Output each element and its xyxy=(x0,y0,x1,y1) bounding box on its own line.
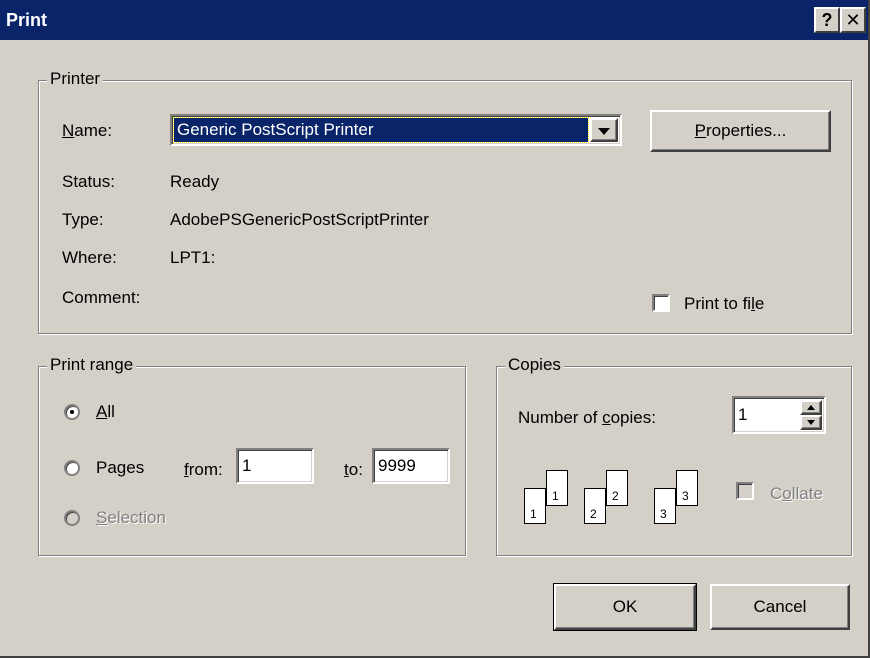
title-bar[interactable]: Print ? ✕ xyxy=(0,0,868,40)
page-icon: 1 xyxy=(524,488,546,524)
cancel-button-label: Cancel xyxy=(753,597,807,616)
from-field-value: 1 xyxy=(242,456,252,475)
ok-button-label: OK xyxy=(612,597,638,616)
number-of-copies-label: Number of copies: xyxy=(518,408,656,427)
from-field[interactable]: 1 xyxy=(236,448,314,484)
where-value: LPT1: xyxy=(170,248,216,267)
radio-selection-label[interactable]: Selection xyxy=(96,508,166,528)
printer-name-value: Generic PostScript Printer xyxy=(177,120,374,139)
radio-pages-label[interactable]: Pages xyxy=(96,458,144,478)
printer-name-dropdown-button[interactable] xyxy=(590,118,618,142)
spin-up-icon xyxy=(807,405,815,410)
help-button[interactable]: ? xyxy=(814,7,840,33)
radio-all-dot xyxy=(70,410,74,414)
page-icon: 1 xyxy=(546,470,568,506)
window-title: Print xyxy=(6,10,48,30)
page-icon: 2 xyxy=(584,488,606,524)
spin-up-button[interactable] xyxy=(800,400,822,415)
selection-highlight: Generic PostScript Printer xyxy=(173,117,589,143)
page-icon: 3 xyxy=(654,488,676,524)
type-value: AdobePSGenericPostScriptPrinter xyxy=(170,210,429,229)
spin-down-button[interactable] xyxy=(800,415,822,430)
print-to-file-checkbox[interactable] xyxy=(652,294,670,312)
radio-selection[interactable] xyxy=(64,510,80,526)
to-field[interactable]: 9999 xyxy=(372,448,450,484)
page-icon: 3 xyxy=(676,470,698,506)
cancel-button[interactable]: Cancel xyxy=(710,584,850,630)
copies-value: 1 xyxy=(738,405,748,424)
copies-group: Copies xyxy=(496,355,852,556)
radio-pages[interactable] xyxy=(64,460,80,476)
copies-group-label: Copies xyxy=(505,355,564,375)
type-label: Type: xyxy=(62,210,104,229)
where-label: Where: xyxy=(62,248,117,267)
copies-spinner[interactable]: 1 xyxy=(732,396,826,434)
to-label: to: xyxy=(344,460,363,479)
printer-name-select[interactable]: Generic PostScript Printer xyxy=(170,114,622,146)
from-label: from: xyxy=(184,460,223,479)
status-value: Ready xyxy=(170,172,220,191)
print-range-group-label: Print range xyxy=(47,355,137,375)
page-icon: 2 xyxy=(606,470,628,506)
radio-all[interactable] xyxy=(64,404,80,420)
help-icon: ? xyxy=(821,10,833,30)
status-label: Status: xyxy=(62,172,115,191)
printer-group-label: Printer xyxy=(47,69,104,89)
name-label-text: ame: xyxy=(74,121,113,140)
spin-down-icon xyxy=(807,420,815,425)
to-field-value: 9999 xyxy=(378,456,416,475)
close-icon: ✕ xyxy=(845,10,861,30)
collate-label[interactable]: Collate xyxy=(770,484,823,504)
ok-button[interactable]: OK xyxy=(553,583,697,631)
name-label: Name: xyxy=(62,121,113,140)
print-dialog: Print ? ✕ Printer Name: Generic PostScri… xyxy=(0,0,870,658)
properties-button[interactable]: Properties... xyxy=(650,110,831,152)
close-button[interactable]: ✕ xyxy=(840,7,866,33)
radio-all-label[interactable]: All xyxy=(96,402,115,422)
print-to-file-label[interactable]: Print to file xyxy=(684,294,764,314)
properties-button-label: Properties... xyxy=(694,121,787,140)
collate-checkbox[interactable] xyxy=(736,482,754,500)
comment-label: Comment: xyxy=(62,288,141,307)
chevron-down-icon xyxy=(598,128,610,135)
